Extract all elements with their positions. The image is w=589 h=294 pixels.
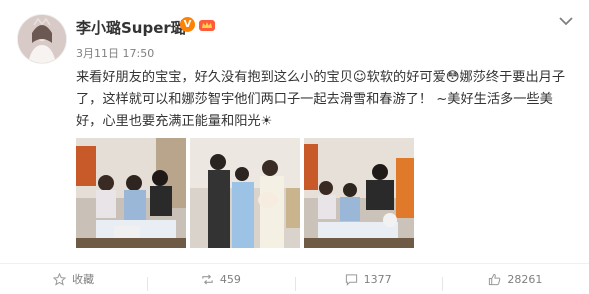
post-meta: 3月11日 17:50: [76, 45, 154, 61]
action-bar: 收藏 459 1377 28261: [0, 263, 589, 294]
username[interactable]: 李小璐Super璐: [76, 17, 186, 38]
repost-count: 459: [219, 272, 241, 286]
avatar[interactable]: [17, 14, 67, 64]
comment-icon: [345, 273, 357, 286]
post-photo-3[interactable]: [304, 138, 414, 248]
favorite-label: 收藏: [72, 273, 95, 286]
post-content: 来看好朋友的宝宝，好久没有抱到这么小的宝贝☺软软的好可爱😳娜莎终于要出月子了，这…: [76, 70, 566, 129]
chevron-down-icon[interactable]: [559, 16, 573, 26]
repost-icon: [202, 273, 213, 285]
favorite-button[interactable]: 收藏: [0, 271, 147, 287]
repost-button[interactable]: 459: [147, 272, 294, 291]
member-crown-icon[interactable]: [198, 17, 216, 32]
post-photo-2[interactable]: [190, 138, 300, 248]
like-button[interactable]: 28261: [441, 272, 589, 291]
timestamp[interactable]: 3月11日 17:50: [76, 45, 154, 61]
post-photo-1[interactable]: [76, 138, 186, 248]
photo-grid: [76, 138, 414, 248]
verified-badge-icon[interactable]: V: [180, 17, 195, 32]
like-count: 28261: [507, 272, 543, 286]
star-icon: [53, 272, 67, 286]
comment-count: 1377: [363, 272, 392, 286]
comment-button[interactable]: 1377: [294, 272, 442, 291]
thumbs-up-icon: [489, 273, 501, 285]
badges: V: [180, 17, 216, 32]
